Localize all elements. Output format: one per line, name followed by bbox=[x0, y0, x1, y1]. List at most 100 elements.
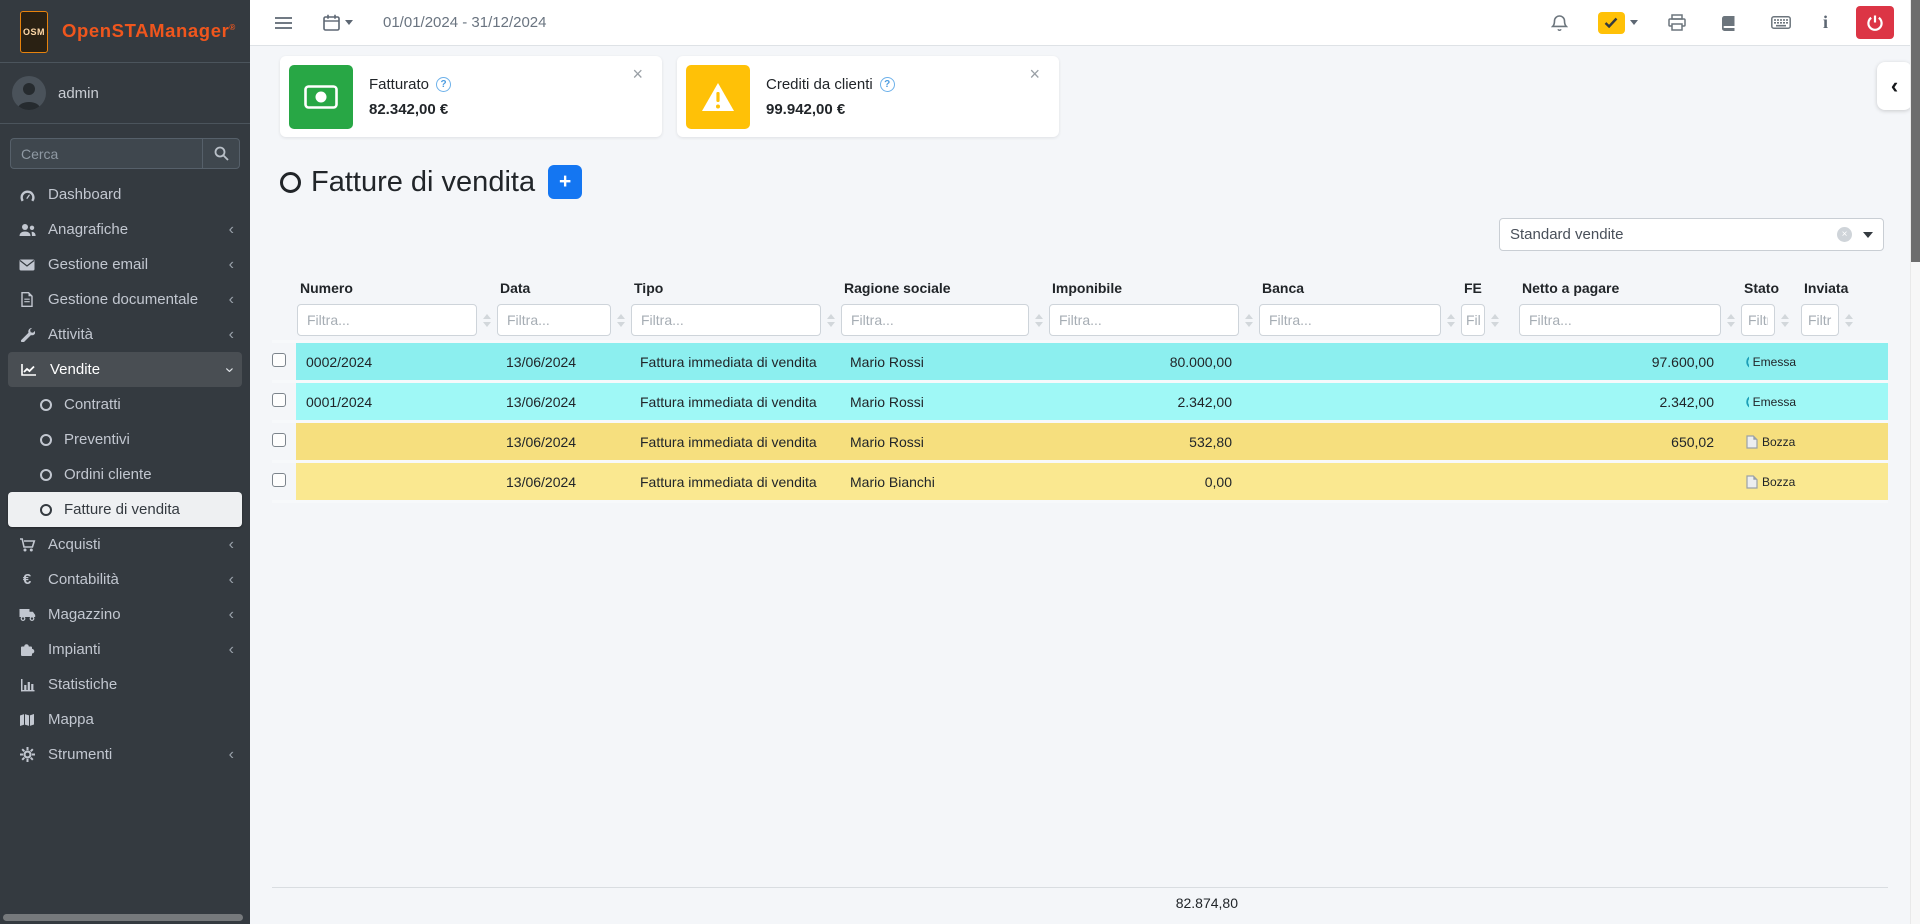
calendar-button[interactable] bbox=[319, 10, 357, 35]
imponibile-total: 82.874,80 bbox=[272, 895, 1258, 911]
filter-input-fe[interactable] bbox=[1461, 304, 1485, 336]
column-header[interactable]: Imponibile bbox=[1052, 280, 1122, 296]
print-button[interactable] bbox=[1664, 10, 1690, 35]
logout-button[interactable] bbox=[1856, 6, 1894, 39]
sidebar-subitem-contratti[interactable]: Contratti bbox=[0, 387, 250, 422]
sort-arrows[interactable] bbox=[483, 314, 491, 327]
column-header[interactable]: Tipo bbox=[634, 280, 663, 296]
filter-input-stato[interactable] bbox=[1741, 304, 1775, 336]
sidebar-item-dashboard[interactable]: Dashboard bbox=[0, 177, 250, 212]
sidebar-item-attivita[interactable]: Attività ‹ bbox=[0, 317, 250, 352]
table-footer: 82.874,80 bbox=[272, 887, 1888, 917]
chevron-left-icon: ‹ bbox=[229, 572, 234, 588]
column-header[interactable]: Ragione sociale bbox=[844, 280, 951, 296]
sort-arrows[interactable] bbox=[1781, 314, 1789, 327]
invoices-table: Numero Data Tipo Ragione sociale Imponib… bbox=[272, 280, 1884, 503]
table-row[interactable]: 0002/2024 13/06/2024 Fattura immediata d… bbox=[272, 343, 1888, 383]
sort-arrows[interactable] bbox=[617, 314, 625, 327]
trademark-symbol: ® bbox=[229, 23, 236, 32]
gear-icon bbox=[16, 747, 38, 762]
chevron-left-icon: ‹ bbox=[229, 537, 234, 553]
column-header[interactable]: Numero bbox=[300, 280, 353, 296]
sidebar-item-strumenti[interactable]: Strumenti ‹ bbox=[0, 737, 250, 772]
sort-arrows[interactable] bbox=[1727, 314, 1735, 327]
right-panel-toggle-button[interactable]: ‹ bbox=[1877, 62, 1912, 110]
sort-arrows[interactable] bbox=[1845, 314, 1853, 327]
close-icon[interactable]: × bbox=[1023, 64, 1046, 84]
sidebar-item-vendite[interactable]: Vendite ‹ bbox=[8, 352, 242, 387]
shortcuts-button[interactable] bbox=[1767, 12, 1795, 33]
bar-chart-icon bbox=[16, 678, 38, 692]
date-range[interactable]: 01/01/2024 - 31/12/2024 bbox=[383, 14, 546, 31]
caret-down-icon bbox=[1630, 20, 1638, 25]
page-scrollbar[interactable] bbox=[1910, 0, 1920, 924]
sidebar-toggle-button[interactable] bbox=[270, 12, 297, 34]
sort-arrows[interactable] bbox=[1245, 314, 1253, 327]
table-row[interactable]: 13/06/2024 Fattura immediata di vendita … bbox=[272, 423, 1888, 463]
truck-icon bbox=[16, 608, 38, 621]
help-icon[interactable]: ? bbox=[880, 77, 895, 92]
column-header[interactable]: FE bbox=[1464, 280, 1482, 296]
info-button[interactable]: i bbox=[1821, 12, 1830, 33]
column-header[interactable]: Data bbox=[500, 280, 530, 296]
documentation-button[interactable] bbox=[1716, 11, 1741, 35]
record-circle-icon bbox=[280, 172, 301, 193]
filter-input-tipo[interactable] bbox=[631, 304, 821, 336]
notifications-button[interactable] bbox=[1547, 10, 1572, 36]
sidebar-horizontal-scrollbar[interactable] bbox=[3, 914, 243, 921]
sidebar-item-gestione-email[interactable]: Gestione email ‹ bbox=[0, 247, 250, 282]
filter-input-ragione-sociale[interactable] bbox=[841, 304, 1029, 336]
sort-arrows[interactable] bbox=[1447, 314, 1455, 327]
row-checkbox[interactable] bbox=[272, 473, 286, 487]
sidebar-item-contabilita[interactable]: € Contabilità ‹ bbox=[0, 562, 250, 597]
filter-input-imponibile[interactable] bbox=[1049, 304, 1239, 336]
column-header[interactable]: Netto a pagare bbox=[1522, 280, 1619, 296]
sidebar-item-magazzino[interactable]: Magazzino ‹ bbox=[0, 597, 250, 632]
segment-select[interactable]: Standard vendite × bbox=[1499, 218, 1884, 251]
system-status-button[interactable] bbox=[1598, 12, 1638, 34]
widget-title: Fatturato bbox=[369, 76, 429, 93]
sidebar-item-impianti[interactable]: Impianti ‹ bbox=[0, 632, 250, 667]
filter-input-netto-a-pagare[interactable] bbox=[1519, 304, 1721, 336]
app-logo[interactable]: ⚙OSM OpenSTAManager® bbox=[0, 0, 250, 63]
column-header[interactable]: Stato bbox=[1744, 280, 1779, 296]
table-row[interactable]: 0001/2024 13/06/2024 Fattura immediata d… bbox=[272, 383, 1888, 423]
sidebar-item-anagrafiche[interactable]: Anagrafiche ‹ bbox=[0, 212, 250, 247]
sort-arrows[interactable] bbox=[827, 314, 835, 327]
sidebar-item-statistiche[interactable]: Statistiche bbox=[0, 667, 250, 702]
sort-arrows[interactable] bbox=[1491, 314, 1499, 327]
widget-fatturato: Fatturato? 82.342,00 € × bbox=[280, 56, 662, 137]
row-checkbox[interactable] bbox=[272, 433, 286, 447]
row-checkbox[interactable] bbox=[272, 353, 286, 367]
sidebar-subitem-ordini-cliente[interactable]: Ordini cliente bbox=[0, 457, 250, 492]
sidebar-subitem-preventivi[interactable]: Preventivi bbox=[0, 422, 250, 457]
envelope-icon bbox=[16, 259, 38, 271]
brand-name: OpenSTAManager® bbox=[62, 20, 236, 42]
filter-input-data[interactable] bbox=[497, 304, 611, 336]
clear-selection-icon[interactable]: × bbox=[1837, 227, 1852, 242]
column-header[interactable]: Inviata bbox=[1804, 280, 1848, 296]
map-icon bbox=[16, 713, 38, 727]
topbar: 01/01/2024 - 31/12/2024 i bbox=[250, 0, 1910, 46]
sort-arrows[interactable] bbox=[1035, 314, 1043, 327]
sidebar-search-button[interactable] bbox=[202, 138, 240, 169]
book-icon bbox=[1720, 15, 1737, 31]
user-panel[interactable]: admin bbox=[0, 63, 250, 124]
column-header[interactable]: Banca bbox=[1262, 280, 1304, 296]
close-icon[interactable]: × bbox=[626, 64, 649, 84]
row-checkbox[interactable] bbox=[272, 393, 286, 407]
help-icon[interactable]: ? bbox=[436, 77, 451, 92]
sidebar-item-mappa[interactable]: Mappa bbox=[0, 702, 250, 737]
chevron-left-icon: ‹ bbox=[229, 327, 234, 343]
sidebar-subitem-fatture-di-vendita[interactable]: Fatture di vendita bbox=[8, 492, 242, 527]
sidebar-search-input[interactable] bbox=[10, 138, 202, 169]
filter-input-banca[interactable] bbox=[1259, 304, 1441, 336]
calendar-icon bbox=[323, 14, 340, 31]
sidebar-item-gestione-documentale[interactable]: Gestione documentale ‹ bbox=[0, 282, 250, 317]
sidebar-item-acquisti[interactable]: Acquisti ‹ bbox=[0, 527, 250, 562]
table-row[interactable]: 13/06/2024 Fattura immediata di vendita … bbox=[272, 463, 1888, 503]
filter-input-numero[interactable] bbox=[297, 304, 477, 336]
filter-input-inviata[interactable] bbox=[1801, 304, 1839, 336]
add-invoice-button[interactable]: + bbox=[548, 165, 582, 199]
page-scrollbar-thumb[interactable] bbox=[1911, 0, 1920, 262]
